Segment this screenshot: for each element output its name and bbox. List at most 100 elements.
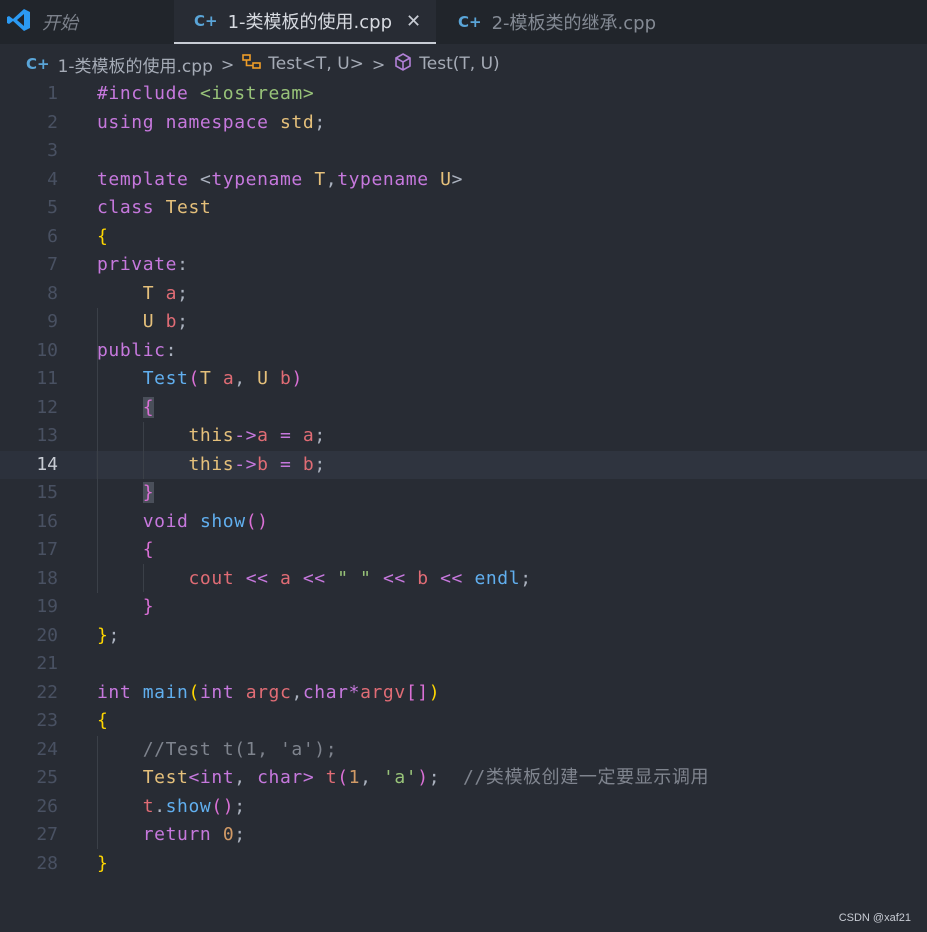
code-text: } [142, 482, 155, 503]
tab-bar: 开始 C+ 1-类模板的使用.cpp ✕ C+ 2-模板类的继承.cpp [0, 0, 927, 44]
line-number: 13 [36, 425, 58, 446]
code-text: { [142, 396, 155, 418]
code-line[interactable]: 8 T a; [0, 280, 927, 308]
line-number: 7 [47, 254, 58, 275]
code-text: template <typename T,typename U> [97, 168, 463, 190]
code-line[interactable]: 28} [0, 850, 927, 878]
line-number: 17 [36, 539, 58, 560]
breadcrumb-file[interactable]: 1-类模板的使用.cpp [58, 52, 213, 77]
code-text: } [142, 596, 155, 617]
line-number: 5 [47, 197, 58, 218]
tab-inactive-label: 2-模板类的继承.cpp [491, 13, 656, 34]
breadcrumb-class[interactable]: Test<T, U> [268, 54, 364, 74]
tab-start[interactable]: 开始 [6, 0, 78, 44]
line-number: 21 [36, 653, 58, 674]
code-text: private: [97, 254, 189, 275]
code-text: t.show(); [142, 795, 246, 817]
code-line[interactable]: 10 public: [0, 337, 927, 365]
line-number: 28 [36, 852, 58, 874]
code-line-current[interactable]: 14 this->b = b; [0, 450, 927, 479]
line-number: 22 [36, 681, 58, 703]
code-text: this->b = b; [188, 453, 326, 475]
code-line[interactable]: 15 } [0, 479, 927, 507]
line-number: 8 [47, 282, 58, 304]
code-line[interactable]: 5 class Test [0, 194, 927, 222]
code-text: void show() [142, 510, 269, 532]
cpp-file-icon: C+ [26, 55, 50, 73]
line-number: 10 [36, 339, 58, 361]
line-number: 18 [36, 567, 58, 589]
code-text: U b; [142, 311, 189, 332]
code-line[interactable]: 13 this->a = a; [0, 422, 927, 450]
code-line[interactable]: 22 int main(int argc,char*argv[]) [0, 679, 927, 707]
code-line[interactable]: 25 Test<int, char> t(1, 'a'); //类模板创建一定要… [0, 764, 927, 792]
code-text: public: [97, 339, 178, 361]
line-number: 11 [36, 368, 58, 389]
line-number: 25 [36, 767, 58, 788]
code-line[interactable]: 27 return 0; [0, 821, 927, 849]
cpp-file-icon: C+ [458, 13, 482, 31]
breadcrumb-method[interactable]: Test(T, U) [419, 54, 499, 74]
code-text: }; [97, 624, 120, 646]
line-number: 1 [47, 83, 58, 104]
line-number: 4 [47, 168, 58, 190]
code-text: { [142, 539, 155, 560]
chevron-right-icon: > [220, 54, 235, 74]
line-number: 24 [36, 738, 58, 760]
line-number: 19 [36, 596, 58, 617]
code-line[interactable]: 19 } [0, 593, 927, 621]
code-line[interactable]: 24 //Test t(1, 'a'); [0, 736, 927, 764]
code-line[interactable]: 7 private: [0, 251, 927, 279]
code-line[interactable]: 17 { [0, 536, 927, 564]
tab-active-file[interactable]: C+ 1-类模板的使用.cpp ✕ [174, 0, 436, 44]
line-number: 9 [47, 311, 58, 332]
line-number: 14 [36, 453, 58, 475]
code-line[interactable]: 21 [0, 650, 927, 678]
code-text: { [97, 710, 109, 731]
code-line[interactable]: 4 template <typename T,typename U> [0, 166, 927, 194]
line-number: 2 [47, 111, 58, 133]
code-text: class Test [97, 197, 212, 218]
method-cube-icon [393, 52, 413, 77]
line-number: 6 [47, 225, 58, 247]
code-line[interactable]: 20}; [0, 622, 927, 650]
tab-start-label: 开始 [42, 13, 78, 34]
class-icon [242, 53, 262, 76]
code-text: return 0; [142, 824, 246, 845]
code-line[interactable]: 23 { [0, 707, 927, 735]
code-text: T a; [142, 282, 189, 304]
code-line[interactable]: 1 #include <iostream> [0, 80, 927, 108]
code-line[interactable]: 9 U b; [0, 308, 927, 336]
breadcrumb: C+ 1-类模板的使用.cpp > Test<T, U> > Test(T, U… [0, 44, 927, 84]
close-tab-icon[interactable]: ✕ [406, 11, 421, 32]
line-number: 12 [36, 396, 58, 418]
code-text: int main(int argc,char*argv[]) [97, 681, 441, 703]
line-number: 15 [36, 482, 58, 503]
code-line[interactable]: 11 Test(T a, U b) [0, 365, 927, 393]
code-line[interactable]: 16 void show() [0, 508, 927, 536]
watermark: CSDN @xaf21 [838, 912, 911, 924]
line-number: 26 [36, 795, 58, 817]
code-text: cout << a << " " << b << endl; [188, 567, 532, 589]
code-line[interactable]: 6{ [0, 223, 927, 251]
code-text: { [97, 225, 109, 247]
code-text: #include <iostream> [97, 83, 315, 104]
code-text: this->a = a; [188, 425, 326, 446]
vscode-logo-icon [6, 7, 32, 38]
tab-inactive-file[interactable]: C+ 2-模板类的继承.cpp [456, 0, 656, 44]
tab-active-label: 1-类模板的使用.cpp [227, 12, 392, 33]
line-number: 3 [47, 140, 58, 161]
line-number: 16 [36, 510, 58, 532]
code-text: //Test t(1, 'a'); [142, 738, 338, 760]
code-line[interactable]: 3 [0, 137, 927, 165]
code-line[interactable]: 18 cout << a << " " << b << endl; [0, 565, 927, 593]
line-number: 20 [36, 624, 58, 646]
code-line[interactable]: 12 { [0, 394, 927, 422]
code-text: using namespace std; [97, 111, 326, 133]
code-text: Test<int, char> t(1, 'a'); //类模板创建一定要显示调… [142, 767, 710, 788]
code-line[interactable]: 26 t.show(); [0, 793, 927, 821]
cpp-file-icon: C+ [194, 12, 218, 30]
code-line[interactable]: 2 using namespace std; [0, 109, 927, 137]
code-text: Test(T a, U b) [142, 368, 303, 389]
line-number: 23 [36, 710, 58, 731]
